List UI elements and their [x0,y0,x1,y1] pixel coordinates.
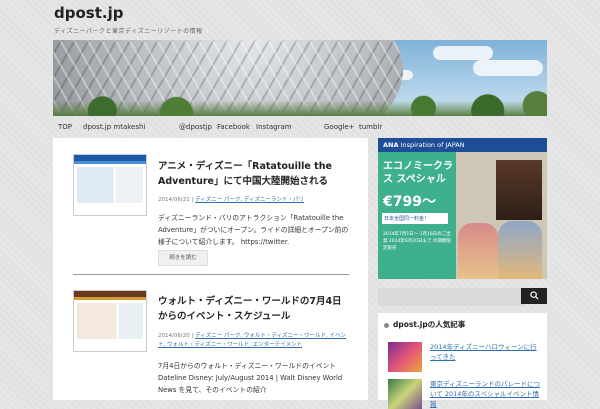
post-title[interactable]: アニメ・ディズニー「Ratatouille the Adventure」にて中国… [158,159,348,189]
popular-posts-widget: dpost.jpの人気記事 2014年ディズニーハロウィーンに行ってきた 東京デ… [378,313,547,409]
widget-title-text: dpost.jpの人気記事 [393,320,466,329]
nav-item-googleplus[interactable]: Google+ [324,123,355,131]
site-title[interactable]: dpost.jp [54,4,123,22]
bullet-icon [384,322,389,328]
post-date: 2014/06/20 [158,333,190,339]
ad-note: 日本全国同一料金！ [382,213,448,224]
meta-separator: | [191,197,194,203]
nav-item-facebook[interactable]: Facebook [217,123,250,131]
post-date: 2014/06/21 [158,197,190,203]
ana-advertisement[interactable]: ANA Inspiration of JAPAN エコノミークラス スペシャル … [378,138,547,279]
nav-item-top[interactable]: TOP [58,123,72,131]
widget-thumbnail[interactable] [388,342,422,372]
post-list: アニメ・ディズニー「Ratatouille the Adventure」にて中国… [53,138,368,400]
temple-image [496,160,542,220]
widget-item-link[interactable]: 2014年ディズニーハロウィーンに行ってきた [430,342,543,362]
search-icon [529,291,539,300]
nav-item-twitter[interactable]: @dpostjp [179,123,212,131]
post-meta: 2014/06/21 | ディズニー パーク, ディズニーランド・パリ [158,196,353,205]
ad-headline: エコノミークラス スペシャル [383,161,453,185]
post-thumbnail[interactable] [73,290,147,352]
ad-header-text: Inspiration of JAPAN [400,141,465,149]
geisha-image [458,223,498,279]
header-banner-image [53,40,547,116]
nav-item-tumblr[interactable]: tumblr [359,123,382,131]
meta-separator: | [191,333,194,339]
widget-title: dpost.jpの人気記事 [384,319,465,330]
nav-item-instagram[interactable]: Instagram [256,123,292,131]
search-button[interactable] [521,288,547,304]
widget-thumbnail[interactable] [388,379,422,409]
post-meta: 2014/06/20 | ディズニー パーク, ウォルト・ディズニー・ワールド,… [158,332,353,350]
post-thumbnail[interactable] [73,154,147,216]
post-categories[interactable]: ディズニー パーク, ディズニーランド・パリ [195,197,304,203]
main-navigation: TOP dpost.jp mtakeshi @dpostjp Facebook … [53,119,547,135]
site-tagline: ディズニーパークと東京ディズニーリゾートの情報 [54,28,203,35]
geisha-image [498,221,542,279]
search-form [378,288,547,306]
nav-item-mtakeshi[interactable]: dpost.jp mtakeshi [83,123,145,131]
read-more-button[interactable]: 続きを読む [158,250,208,266]
post-divider [73,274,349,275]
widget-item-link[interactable]: 東京ディズニーランドのパレードについて 2014年のスペシャルイベント情報 [430,379,543,409]
post-excerpt: 7月4日からのウォルト・ディズニー・ワールドのイベント Dateline Dis… [158,362,343,394]
ana-logo: ANA [383,141,399,149]
post-title[interactable]: ウォルト・ディズニー・ワールドの7月4日からのイベント・スケジュール [158,294,348,324]
ad-small-print: 2014年7月1日〜 1月16日のご出発 2014年6月20日まで の期間限定販… [383,232,451,251]
ad-header: ANA Inspiration of JAPAN [378,138,547,152]
post-excerpt: ディズニーランド・パリのアトラクション「Ratatouille the Adve… [158,214,349,246]
search-input[interactable] [378,288,525,306]
ad-price: €799〜 [383,194,436,210]
